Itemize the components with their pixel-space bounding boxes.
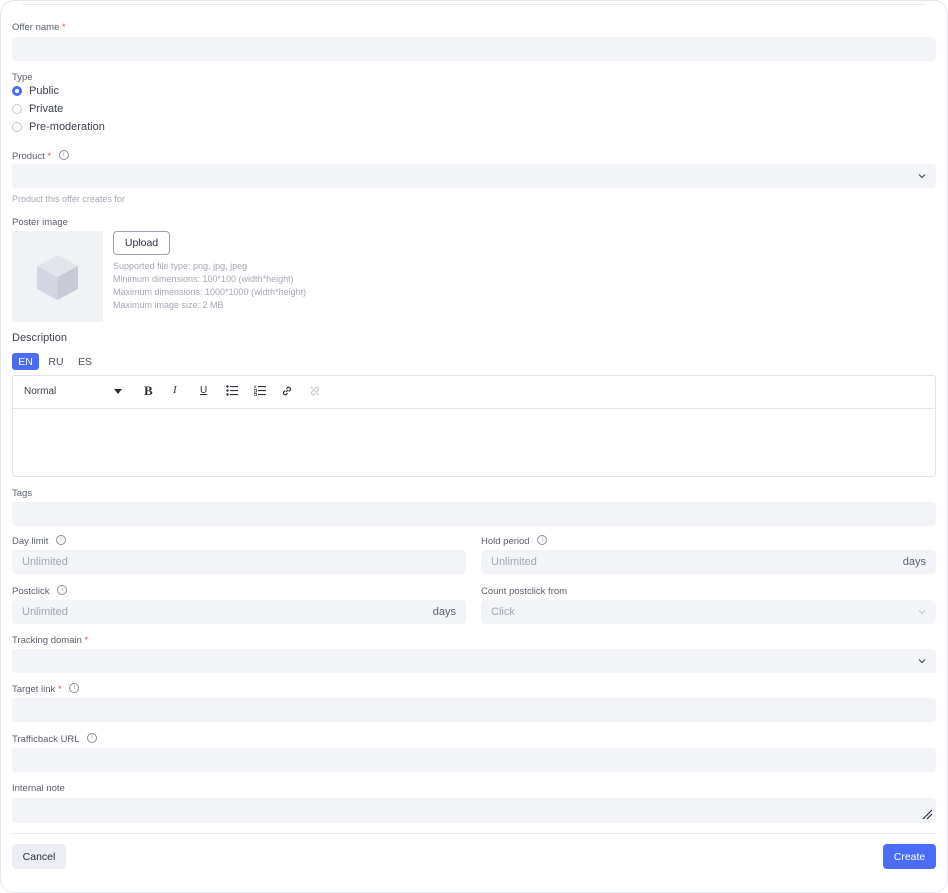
unlink-icon[interactable]: [309, 385, 321, 397]
required-mark: *: [47, 151, 52, 162]
poster-hint-max-dimensions: Maximum dimensions: 1000*1000 (width*hei…: [113, 287, 307, 297]
description-editor-area[interactable]: [13, 409, 935, 476]
poster-image-placeholder: [12, 231, 103, 322]
postclick-unit: days: [432, 606, 456, 618]
postclick-label: Postclick i: [12, 585, 68, 597]
trafficback-url-label: Trafficback URL i: [12, 733, 97, 745]
target-link-label: Target link * i: [12, 683, 80, 695]
product-select[interactable]: [12, 164, 936, 188]
radio-label-public: Public: [29, 85, 59, 97]
hold-period-placeholder: Unlimited: [491, 556, 537, 568]
chevron-down-icon: [918, 659, 926, 664]
cube-placeholder-icon: [37, 255, 78, 300]
day-limit-input[interactable]: Unlimited: [12, 550, 466, 574]
type-radio-public[interactable]: Public: [12, 84, 59, 98]
bullet-list-icon[interactable]: [226, 385, 238, 396]
numbered-list-icon[interactable]: [254, 385, 266, 396]
day-limit-label: Day limit i: [12, 535, 67, 547]
product-label-text: Product: [12, 151, 45, 162]
lang-tab-en[interactable]: EN: [12, 353, 39, 370]
internal-note-textarea[interactable]: [12, 798, 936, 823]
radio-label-pre-moderation: Pre-moderation: [29, 121, 105, 133]
hold-period-label: Hold period i: [481, 535, 548, 547]
lang-tab-ru[interactable]: RU: [44, 353, 68, 370]
chevron-down-icon: [918, 610, 926, 615]
day-limit-label-text: Day limit: [12, 536, 49, 547]
offer-name-label-text: Offer name: [12, 22, 60, 33]
bold-button[interactable]: B: [144, 383, 153, 399]
type-label: Type: [12, 72, 33, 83]
italic-button[interactable]: I: [173, 384, 177, 396]
offer-name-input[interactable]: [12, 37, 936, 61]
required-mark: *: [62, 22, 66, 33]
info-icon[interactable]: i: [69, 683, 80, 694]
tags-label: Tags: [12, 488, 33, 499]
footer-divider: [12, 833, 936, 834]
required-mark: *: [57, 684, 62, 695]
tracking-domain-select[interactable]: [12, 649, 936, 673]
radio-button[interactable]: [12, 104, 22, 114]
chevron-down-icon: [918, 174, 926, 179]
radio-button[interactable]: [12, 122, 22, 132]
type-radio-private[interactable]: Private: [12, 102, 63, 116]
poster-hint-min-dimensions: Minimum dimensions: 100*100 (width*heigh…: [113, 274, 294, 284]
info-icon[interactable]: i: [58, 150, 69, 161]
upload-button[interactable]: Upload: [113, 231, 170, 255]
underline-button[interactable]: U: [200, 385, 207, 396]
hold-period-unit: days: [902, 556, 926, 568]
count-postclick-from-select[interactable]: Click: [481, 600, 936, 624]
format-select-value[interactable]: Normal: [24, 386, 56, 397]
info-icon[interactable]: i: [56, 535, 67, 546]
postclick-placeholder: Unlimited: [22, 606, 68, 618]
target-link-input[interactable]: [12, 698, 936, 722]
internal-note-label: Internal note: [12, 783, 65, 794]
poster-hint-max-size: Maximum image size: 2 MB: [113, 300, 224, 310]
resize-handle-icon[interactable]: [921, 808, 933, 820]
count-postclick-from-label: Count postclick from: [481, 586, 568, 597]
tracking-domain-label-text: Tracking domain: [12, 635, 82, 646]
info-icon[interactable]: i: [57, 585, 68, 596]
trafficback-url-label-text: Trafficback URL: [12, 734, 80, 745]
required-mark: *: [84, 635, 89, 646]
lang-tab-es[interactable]: ES: [73, 353, 97, 370]
product-label: Product * i: [12, 150, 69, 162]
info-icon[interactable]: i: [537, 535, 548, 546]
poster-image-label: Poster image: [12, 217, 68, 228]
type-radio-pre-moderation[interactable]: Pre-moderation: [12, 120, 105, 134]
target-link-label-text: Target link: [12, 684, 56, 695]
trafficback-url-input[interactable]: [12, 748, 936, 772]
tracking-domain-label: Tracking domain *: [12, 635, 88, 646]
top-divider: [22, 4, 926, 5]
product-hint: Product this offer creates for: [12, 194, 125, 204]
day-limit-placeholder: Unlimited: [22, 556, 68, 568]
offer-name-label: Offer name *: [12, 22, 66, 33]
description-label: Description: [12, 332, 68, 344]
hold-period-label-text: Hold period: [481, 536, 530, 547]
count-postclick-from-value: Click: [491, 606, 515, 618]
link-icon[interactable]: [281, 385, 293, 397]
info-icon[interactable]: i: [86, 733, 97, 744]
cancel-button[interactable]: Cancel: [12, 844, 66, 869]
poster-hint-file-type: Supported file type: png, jpg, jpeg: [113, 261, 248, 271]
postclick-input[interactable]: Unlimited days: [12, 600, 466, 624]
create-button[interactable]: Create: [883, 844, 936, 869]
format-caret-icon[interactable]: [114, 389, 122, 395]
radio-button-selected[interactable]: [12, 86, 22, 96]
radio-label-private: Private: [29, 103, 64, 115]
tags-input[interactable]: [12, 502, 936, 526]
postclick-label-text: Postclick: [12, 586, 50, 597]
hold-period-input[interactable]: Unlimited days: [481, 550, 936, 574]
